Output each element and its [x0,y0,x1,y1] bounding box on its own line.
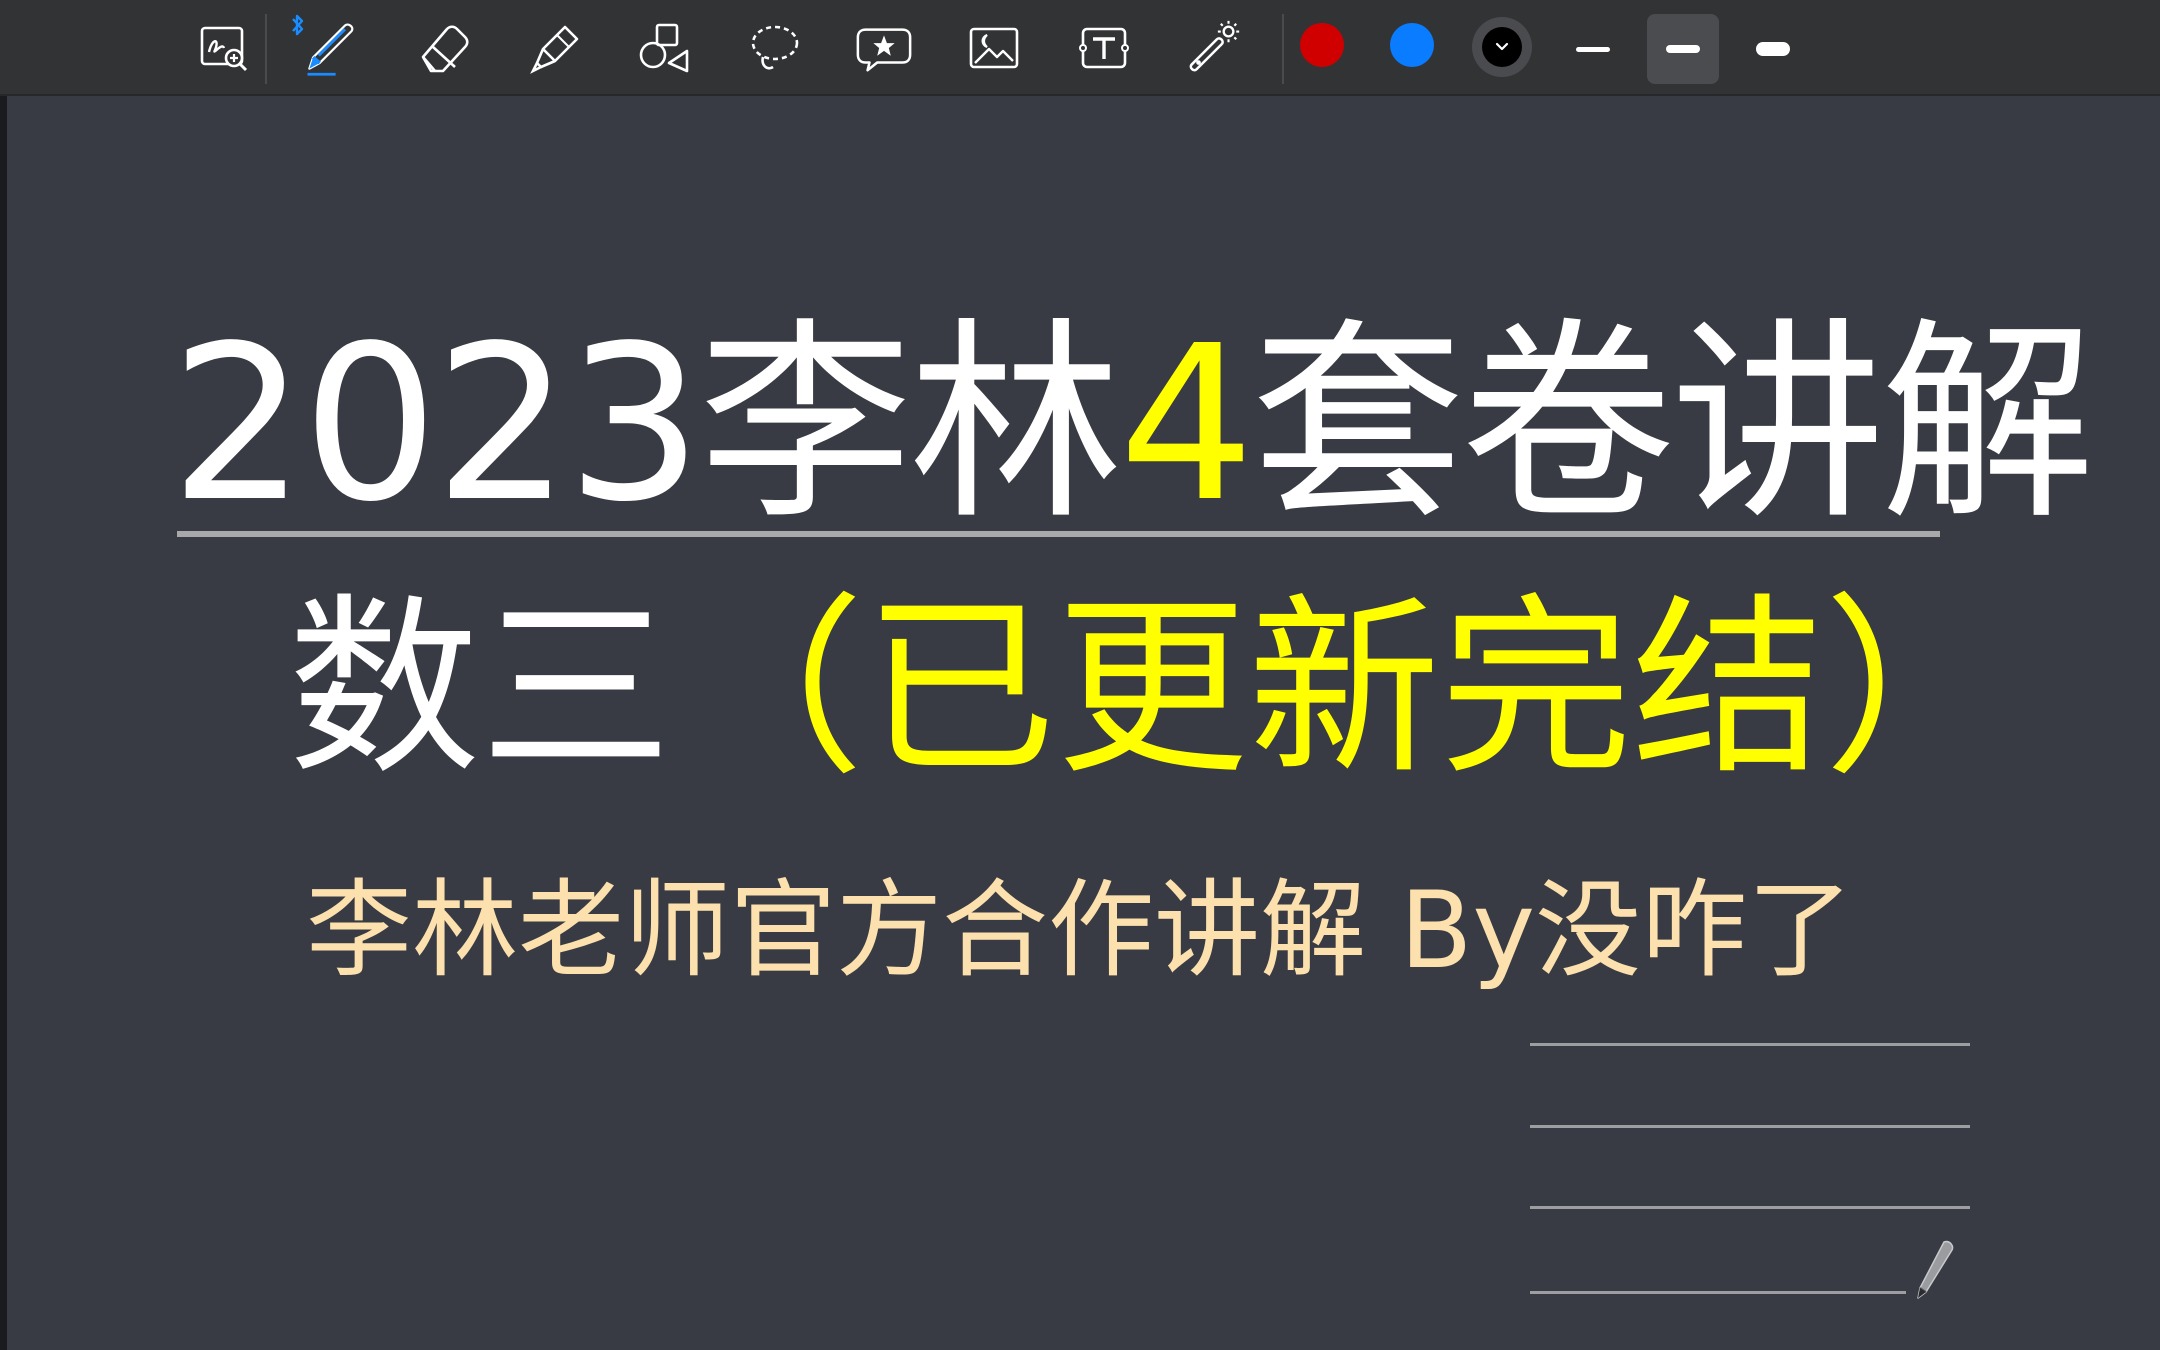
subtitle-part1: 数三 [288,578,672,801]
subtitle-highlight: （已更新完结） [672,578,2016,801]
handwriting-guide-line [1530,1206,1970,1209]
handwriting-guide-line [1530,1125,1970,1128]
slide-subtitle: 数三（已更新完结） [288,570,2016,810]
chevron-down-icon [1495,42,1509,51]
handwriting-guide-line [1530,1291,1906,1294]
laser-pointer-icon[interactable] [1184,18,1244,78]
stroke-width-medium[interactable] [1647,14,1719,84]
note-app: 2023李林4套卷讲解 数三（已更新完结） 李林老师官方合作讲解 By没咋了 [0,0,2160,1350]
color-swatch-black[interactable] [1472,17,1532,77]
slide-byline: 李林老师官方合作讲解 By没咋了 [306,869,1854,992]
color-swatch-black-inner [1482,27,1522,67]
title-part1: 2023李林 [170,300,1123,549]
toolbar-divider [1282,14,1284,84]
stroke-width-thick[interactable] [1737,14,1809,84]
image-icon[interactable] [964,18,1024,78]
canvas-left-edge [0,96,7,1350]
shapes-icon[interactable] [634,18,694,78]
sticker-star-icon[interactable] [854,18,914,78]
zoom-handwriting-icon[interactable] [194,18,254,78]
title-part2: 套卷讲解 [1250,300,2095,549]
title-highlight: 4 [1118,300,1255,549]
stroke-width-thin[interactable] [1557,14,1629,84]
stroke-width-medium-bar [1666,45,1700,53]
text-box-icon[interactable] [1074,18,1134,78]
toolbar-divider [265,14,267,84]
eraser-icon[interactable] [414,18,474,78]
title-underline [177,531,1940,537]
handwriting-guide-line [1530,1043,1970,1046]
pen-icon[interactable] [300,18,360,78]
annotation-toolbar [0,0,2160,96]
lasso-icon[interactable] [744,18,804,78]
highlighter-icon[interactable] [524,18,584,78]
slide-title: 2023李林4套卷讲解 [170,300,2095,550]
stroke-width-thin-bar [1576,46,1610,52]
stroke-width-thick-bar [1756,42,1790,56]
pencil-icon[interactable] [1910,1238,1960,1302]
color-swatch-red[interactable] [1300,23,1344,67]
color-swatch-blue[interactable] [1390,23,1434,67]
